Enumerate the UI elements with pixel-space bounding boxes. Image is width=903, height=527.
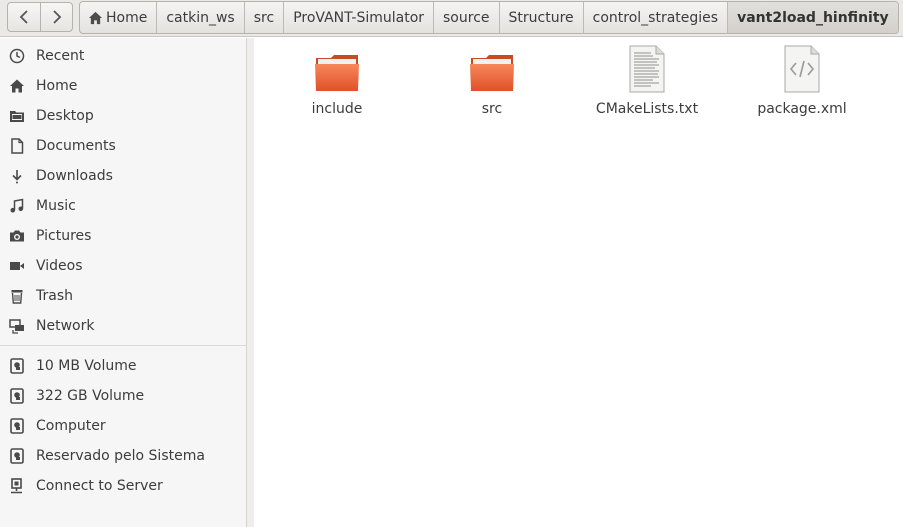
drive-icon: [9, 418, 25, 434]
video-icon: [9, 258, 25, 274]
chevron-right-icon: [52, 10, 61, 24]
sidebar-item-label: Recent: [36, 48, 85, 64]
forward-button[interactable]: [40, 3, 72, 31]
sidebar-item-home[interactable]: Home: [0, 71, 246, 101]
sidebar-resize-handle[interactable]: [247, 38, 254, 527]
breadcrumb-current-folder[interactable]: vant2load_hinfinity: [727, 2, 898, 33]
file-view[interactable]: include src CMakeLists.txt package.xml: [254, 38, 903, 527]
sidebar-item-music[interactable]: Music: [0, 191, 246, 221]
file-name: package.xml: [757, 101, 847, 117]
sidebar-item-label: Home: [36, 78, 78, 94]
drive-icon: [9, 448, 25, 464]
folder-icon: [468, 44, 516, 96]
sidebar-divider: [0, 345, 246, 346]
folder-icon: [9, 108, 25, 124]
sidebar-item-label: Reservado pelo Sistema: [36, 448, 205, 464]
sidebar-item-pictures[interactable]: Pictures: [0, 221, 246, 251]
sidebar-item-label: Documents: [36, 138, 116, 154]
breadcrumb-catkin-ws[interactable]: catkin_ws: [156, 2, 243, 33]
sidebar-item-label: Trash: [36, 288, 73, 304]
sidebar-item-label: 10 MB Volume: [36, 358, 137, 374]
file-item-include[interactable]: include: [262, 44, 412, 122]
breadcrumb-label: src: [253, 9, 275, 26]
sidebar-item-322gb-volume[interactable]: 322 GB Volume: [0, 381, 246, 411]
drive-icon: [9, 358, 25, 374]
breadcrumb-label: catkin_ws: [166, 9, 235, 26]
sidebar-item-downloads[interactable]: Downloads: [0, 161, 246, 191]
breadcrumb-home[interactable]: Home: [80, 2, 156, 33]
chevron-left-icon: [19, 10, 28, 24]
navigation-buttons: [7, 2, 73, 32]
sidebar-item-label: Desktop: [36, 108, 94, 124]
sidebar-item-network[interactable]: Network: [0, 311, 246, 341]
breadcrumb-label: vant2load_hinfinity: [737, 9, 889, 26]
sidebar-item-desktop[interactable]: Desktop: [0, 101, 246, 131]
breadcrumb-label: ProVANT-Simulator: [293, 9, 425, 26]
file-name: src: [481, 101, 503, 117]
trash-icon: [9, 288, 25, 304]
back-button[interactable]: [8, 3, 40, 31]
breadcrumb: Home catkin_ws src ProVANT-Simulator sou…: [79, 1, 899, 34]
sidebar-item-label: Network: [36, 318, 95, 334]
camera-icon: [9, 228, 25, 244]
sidebar-item-computer[interactable]: Computer: [0, 411, 246, 441]
sidebar-item-label: Music: [36, 198, 76, 214]
sidebar-item-reservado-pelo-sistema[interactable]: Reservado pelo Sistema: [0, 441, 246, 471]
toolbar: Home catkin_ws src ProVANT-Simulator sou…: [0, 0, 903, 37]
music-icon: [9, 198, 25, 214]
breadcrumb-control-strategies[interactable]: control_strategies: [582, 2, 727, 33]
breadcrumb-label: Structure: [508, 9, 574, 26]
sidebar-item-recent[interactable]: Recent: [0, 41, 246, 71]
clock-icon: [9, 48, 25, 64]
sidebar-item-label: Videos: [36, 258, 83, 274]
breadcrumb-source[interactable]: source: [433, 2, 499, 33]
sidebar-item-label: Pictures: [36, 228, 92, 244]
sidebar-item-documents[interactable]: Documents: [0, 131, 246, 161]
breadcrumb-src[interactable]: src: [243, 2, 283, 33]
home-icon: [9, 78, 25, 94]
file-name: include: [311, 101, 363, 117]
sidebar-item-label: Connect to Server: [36, 478, 163, 494]
sidebar-item-label: Computer: [36, 418, 106, 434]
home-icon: [88, 11, 103, 24]
document-icon: [9, 138, 25, 154]
file-name: CMakeLists.txt: [595, 101, 699, 117]
drive-icon: [9, 388, 25, 404]
file-item-src[interactable]: src: [417, 44, 567, 122]
sidebar-item-trash[interactable]: Trash: [0, 281, 246, 311]
breadcrumb-provant-simulator[interactable]: ProVANT-Simulator: [283, 2, 433, 33]
sidebar-item-label: Downloads: [36, 168, 113, 184]
sidebar: Recent Home Desktop Documents Downloads …: [0, 38, 247, 527]
xml-file-icon: [778, 44, 826, 96]
sidebar-item-connect-to-server[interactable]: Connect to Server: [0, 471, 246, 501]
file-item-package-xml[interactable]: package.xml: [727, 44, 877, 122]
sidebar-item-videos[interactable]: Videos: [0, 251, 246, 281]
text-file-icon: [623, 44, 671, 96]
download-icon: [9, 168, 25, 184]
breadcrumb-label: control_strategies: [592, 9, 719, 26]
breadcrumb-structure[interactable]: Structure: [498, 2, 583, 33]
folder-icon: [313, 44, 361, 96]
sidebar-item-10mb-volume[interactable]: 10 MB Volume: [0, 351, 246, 381]
network-icon: [9, 318, 25, 334]
sidebar-item-label: 322 GB Volume: [36, 388, 145, 404]
breadcrumb-label: Home: [106, 9, 148, 26]
server-icon: [9, 478, 25, 494]
file-item-cmakelists[interactable]: CMakeLists.txt: [572, 44, 722, 122]
breadcrumb-label: source: [443, 9, 490, 26]
